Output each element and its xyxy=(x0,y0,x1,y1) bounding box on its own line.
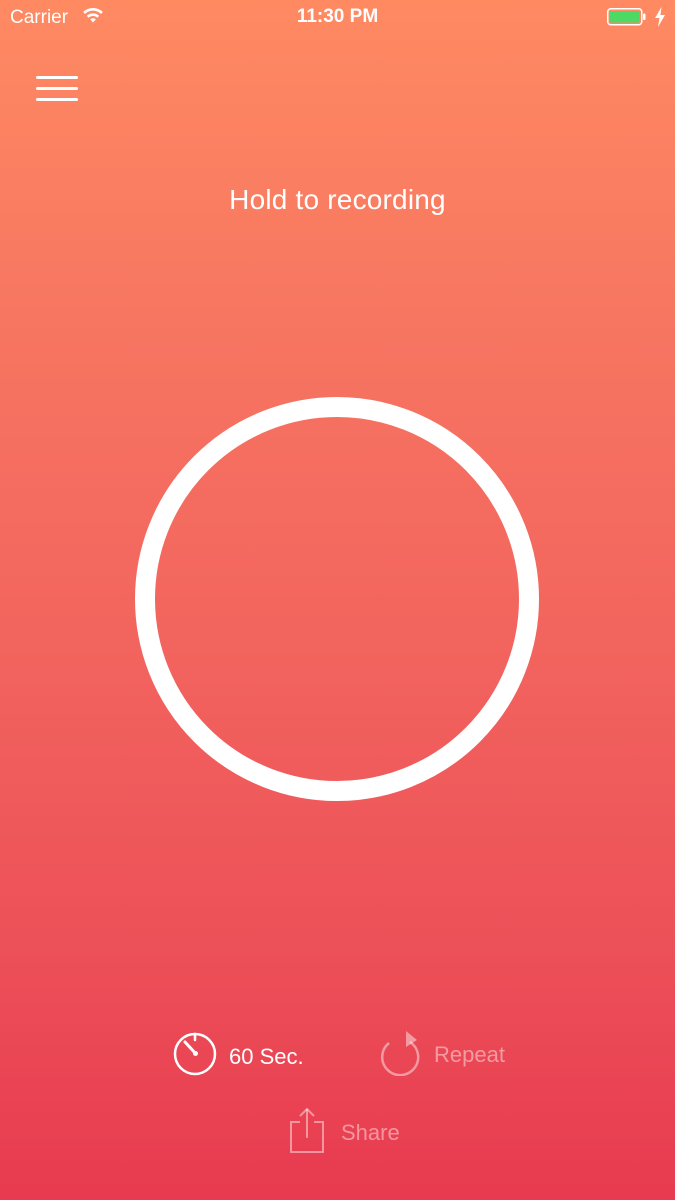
menu-line xyxy=(36,98,78,101)
hamburger-menu-icon[interactable] xyxy=(34,72,80,108)
status-time: 11:30 PM xyxy=(296,6,379,27)
battery-icon xyxy=(607,8,647,31)
recording-screen: Carrier 11:30 PM Hold to recording 60 Se… xyxy=(0,0,675,1200)
menu-line xyxy=(36,87,78,90)
timer-button[interactable]: 60 Sec. xyxy=(172,1031,304,1082)
share-icon xyxy=(288,1106,326,1159)
repeat-icon xyxy=(380,1028,424,1081)
share-button[interactable]: Share xyxy=(288,1106,400,1159)
instruction-title: Hold to recording xyxy=(229,184,446,215)
repeat-button[interactable]: Repeat xyxy=(380,1028,505,1081)
record-button[interactable] xyxy=(135,397,539,801)
timer-icon xyxy=(172,1031,218,1082)
charging-icon xyxy=(654,7,666,32)
share-label: Share xyxy=(341,1119,400,1145)
status-bar: Carrier 11:30 PM xyxy=(0,0,675,34)
menu-line xyxy=(36,76,78,79)
timer-label: 60 Sec. xyxy=(229,1043,304,1069)
repeat-label: Repeat xyxy=(434,1041,505,1067)
